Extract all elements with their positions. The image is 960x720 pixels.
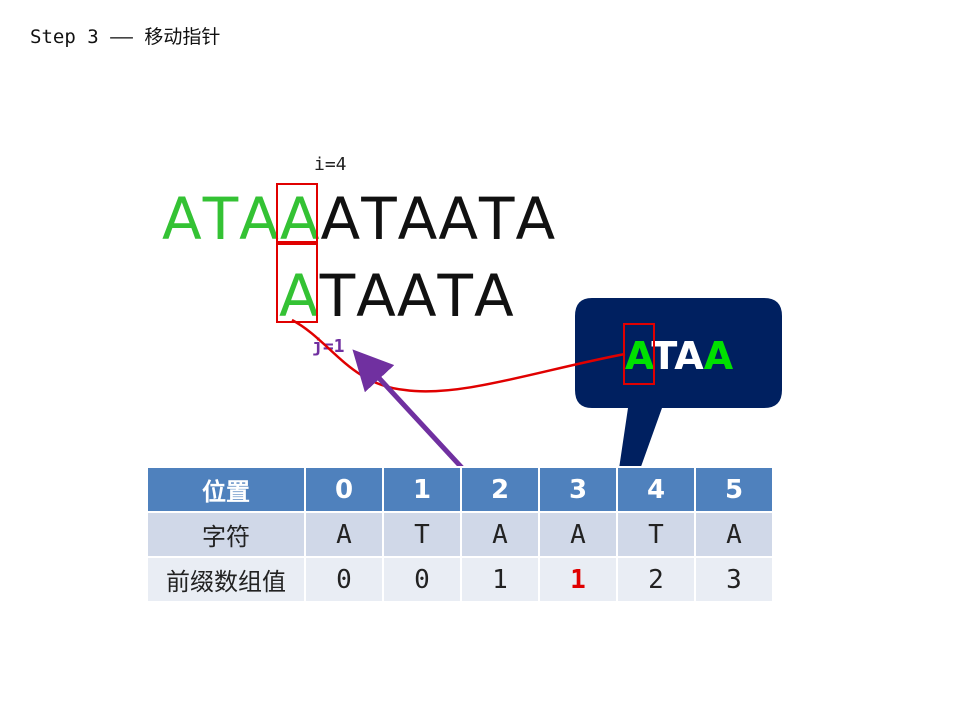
table-header-cell: 3 [538, 466, 618, 513]
table-cell: 字符 [146, 511, 306, 558]
callout-compare-box [623, 323, 655, 385]
table-header-cell: 0 [304, 466, 384, 513]
table-cell: 前缀数组值 [146, 556, 306, 603]
table-header-cell: 1 [382, 466, 462, 513]
table-cell: 2 [616, 556, 696, 603]
table-cell: A [460, 511, 540, 558]
table-cell: A [304, 511, 384, 558]
callout-char: A [703, 334, 734, 378]
table-cell: T [382, 511, 462, 558]
table-cell: A [694, 511, 774, 558]
prefix-table: 位置 0 1 2 3 4 5 字符 A T A A T A 前缀数组值 0 0 … [146, 466, 774, 603]
table-cell: 1 [460, 556, 540, 603]
table-header-cell: 2 [460, 466, 540, 513]
table-cell: 0 [304, 556, 384, 603]
table-cell: T [616, 511, 696, 558]
table-header-cell: 位置 [146, 466, 306, 513]
table-header-cell: 4 [616, 466, 696, 513]
callout-char: A [674, 334, 704, 378]
table-row: 字符 A T A A T A [146, 511, 774, 558]
table-cell: 0 [382, 556, 462, 603]
table-cell: 3 [694, 556, 774, 603]
table-header-row: 位置 0 1 2 3 4 5 [146, 466, 774, 513]
table-header-cell: 5 [694, 466, 774, 513]
connectors-layer [291, 298, 782, 578]
callout-text: ATAA [576, 334, 782, 378]
table-cell-highlighted: 1 [538, 556, 618, 603]
table-cell: A [538, 511, 618, 558]
table-row: 前缀数组值 0 0 1 1 2 3 [146, 556, 774, 603]
